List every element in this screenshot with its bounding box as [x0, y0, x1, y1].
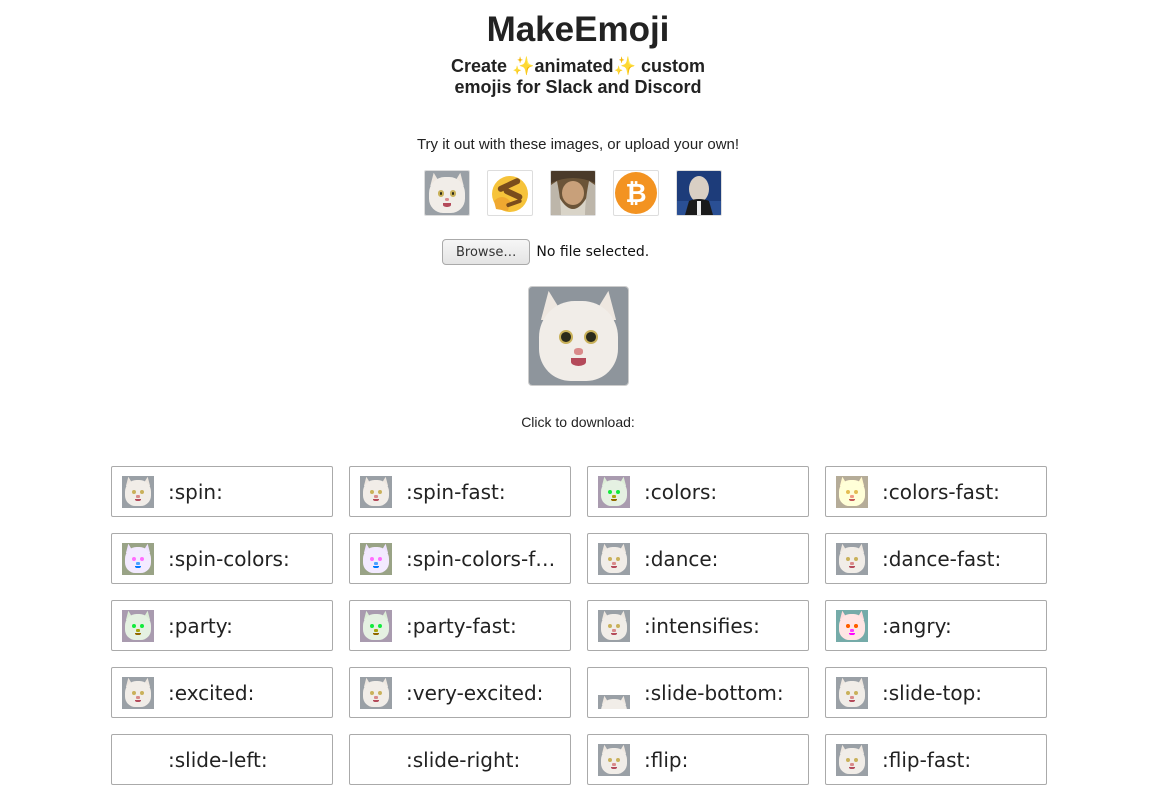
- emoji-name-label: :spin-fast:: [406, 479, 506, 504]
- emoji-name-label: :dance-fast:: [882, 546, 1002, 571]
- bitcoin-icon: ₿: [625, 179, 646, 209]
- emoji-name-label: :intensifies:: [644, 613, 760, 638]
- file-status: No file selected.: [536, 244, 650, 260]
- emoji-name-label: :very-excited:: [406, 680, 544, 705]
- emoji-preview-icon: [598, 677, 630, 709]
- emoji-preview-icon: [360, 744, 392, 776]
- emoji-download-button[interactable]: :spin-fast:: [349, 466, 571, 517]
- subtitle-text-animated: animated: [534, 56, 614, 76]
- emoji-download-button[interactable]: :spin-colors-fast:: [349, 533, 571, 584]
- emoji-download-button[interactable]: :very-excited:: [349, 667, 571, 718]
- subtitle: Create ✨animated✨ custom emojis for Slac…: [0, 56, 1156, 98]
- sample-images: ₿: [424, 170, 722, 216]
- file-upload: Browse… No file selected.: [442, 239, 649, 265]
- emoji-preview-icon: [122, 475, 154, 508]
- emoji-preview-icon: [598, 609, 630, 642]
- emoji-name-label: :party-fast:: [406, 613, 517, 638]
- emoji-name-label: :angry:: [882, 613, 952, 638]
- emoji-name-label: :slide-left:: [168, 747, 268, 772]
- emoji-download-button[interactable]: :spin-colors:: [111, 533, 333, 584]
- emoji-name-label: :excited:: [168, 680, 255, 705]
- emoji-preview-icon: [836, 475, 868, 508]
- preview-image: [528, 286, 629, 386]
- emoji-download-button[interactable]: :flip:: [587, 734, 809, 785]
- emoji-preview-icon: [598, 743, 630, 776]
- emoji-name-label: :flip:: [644, 747, 689, 772]
- emoji-preview-icon: [836, 609, 868, 642]
- emoji-preview-icon: [836, 542, 868, 575]
- emoji-name-label: :colors:: [644, 479, 718, 504]
- emoji-download-button[interactable]: :angry:: [825, 600, 1047, 651]
- browse-button[interactable]: Browse…: [442, 239, 531, 265]
- emoji-download-button[interactable]: :slide-top:: [825, 667, 1047, 718]
- emoji-grid: :spin: :spin-fast: :colors: :colors-fast::s…: [111, 466, 1047, 785]
- emoji-download-button[interactable]: :party-fast:: [349, 600, 571, 651]
- emoji-preview-icon: [122, 609, 154, 642]
- emoji-download-button[interactable]: :slide-left:: [111, 734, 333, 785]
- emoji-name-label: :spin:: [168, 479, 223, 504]
- emoji-download-button[interactable]: :slide-bottom:: [587, 667, 809, 718]
- emoji-preview-icon: [836, 743, 868, 776]
- sample-prompt: Try it out with these images, or upload …: [416, 136, 740, 153]
- emoji-preview-icon: [122, 676, 154, 709]
- emoji-name-label: :slide-right:: [406, 747, 521, 772]
- subtitle-line-2: emojis for Slack and Discord: [454, 77, 702, 97]
- emoji-preview-icon: [836, 676, 868, 709]
- subtitle-line-1: Create ✨animated✨ custom: [0, 56, 1156, 77]
- emoji-download-button[interactable]: :slide-right:: [349, 734, 571, 785]
- emoji-download-button[interactable]: :excited:: [111, 667, 333, 718]
- emoji-preview-icon: [360, 475, 392, 508]
- emoji-download-button[interactable]: :colors-fast:: [825, 466, 1047, 517]
- subtitle-text-create: Create: [451, 56, 513, 76]
- sparkles-icon: ✨: [613, 56, 636, 76]
- emoji-download-button[interactable]: :dance:: [587, 533, 809, 584]
- emoji-name-label: :spin-colors-fast:: [406, 546, 566, 571]
- subtitle-text-custom: custom: [635, 56, 705, 76]
- emoji-download-button[interactable]: :spin:: [111, 466, 333, 517]
- sample-thinking-emoji-image[interactable]: [487, 170, 533, 216]
- emoji-preview-icon: [122, 542, 154, 575]
- sample-cat-image[interactable]: [424, 170, 470, 216]
- emoji-name-label: :dance:: [644, 546, 719, 571]
- emoji-name-label: :party:: [168, 613, 233, 638]
- emoji-preview-icon: [360, 609, 392, 642]
- click-to-download-label: Click to download:: [521, 414, 635, 430]
- emoji-name-label: :spin-colors:: [168, 546, 290, 571]
- emoji-preview-icon: [360, 676, 392, 709]
- emoji-name-label: :colors-fast:: [882, 479, 1000, 504]
- emoji-download-button[interactable]: :dance-fast:: [825, 533, 1047, 584]
- sample-bitcoin-image[interactable]: ₿: [613, 170, 659, 216]
- emoji-download-button[interactable]: :flip-fast:: [825, 734, 1047, 785]
- sample-wizard-image[interactable]: [550, 170, 596, 216]
- emoji-download-button[interactable]: :party:: [111, 600, 333, 651]
- emoji-preview-icon: [360, 542, 392, 575]
- emoji-name-label: :flip-fast:: [882, 747, 972, 772]
- emoji-download-button[interactable]: :intensifies:: [587, 600, 809, 651]
- emoji-name-label: :slide-top:: [882, 680, 982, 705]
- emoji-preview-icon: [598, 542, 630, 575]
- emoji-preview-icon: [122, 744, 154, 776]
- sparkles-icon: ✨: [512, 56, 535, 76]
- emoji-download-button[interactable]: :colors:: [587, 466, 809, 517]
- sample-stonks-man-image[interactable]: [676, 170, 722, 216]
- emoji-preview-icon: [598, 475, 630, 508]
- emoji-name-label: :slide-bottom:: [644, 680, 784, 705]
- page-title: MakeEmoji: [486, 10, 670, 49]
